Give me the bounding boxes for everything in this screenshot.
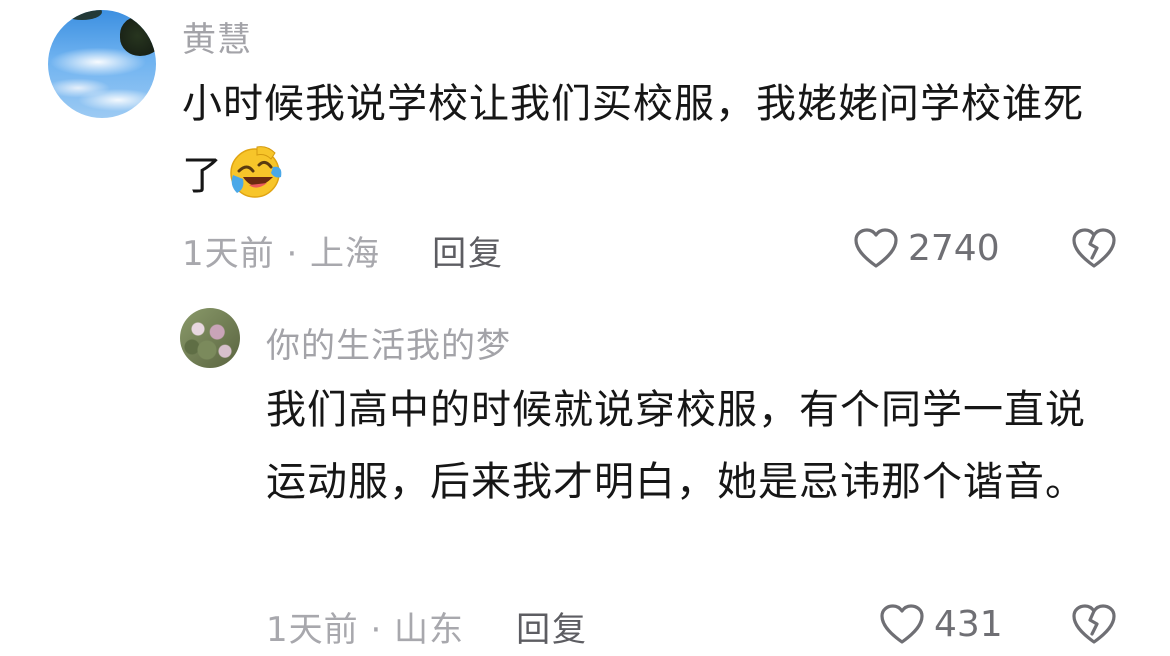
avatar[interactable] <box>180 308 240 368</box>
avatar-tree-top <box>62 10 102 20</box>
like-button[interactable]: 2740 <box>852 226 1000 270</box>
heart-outline-icon <box>852 226 900 270</box>
reply-text: 我们高中的时候就说穿校服，有个同学一直说运动服，后来我才明白，她是忌讳那个谐音。 <box>266 387 1086 505</box>
avatar-tree <box>120 16 156 56</box>
like-count: 431 <box>934 603 1003 645</box>
broken-heart-icon[interactable] <box>1070 226 1118 270</box>
reply-button[interactable]: 回复 <box>432 226 504 275</box>
face-with-tears-of-joy-icon <box>227 143 283 199</box>
broken-heart-icon[interactable] <box>1070 602 1118 646</box>
comment-text-content: 小时候我说学校让我们买校服，我姥姥问学校谁死了 <box>182 81 1084 199</box>
reply-time-location: 1天前 · 山东 <box>266 610 465 650</box>
reply-meta: 1天前 · 山东 回复 <box>266 602 588 651</box>
heart-outline-icon <box>878 602 926 646</box>
avatar[interactable] <box>48 10 156 118</box>
reply-username[interactable]: 你的生活我的梦 <box>266 318 511 367</box>
comment-username[interactable]: 黄慧 <box>182 12 252 61</box>
comment-time-location: 1天前 · 上海 <box>182 234 381 274</box>
comment-meta: 1天前 · 上海 回复 <box>182 226 504 275</box>
like-button[interactable]: 431 <box>878 602 1003 646</box>
reply-button[interactable]: 回复 <box>516 602 588 651</box>
comment-text: 小时候我说学校让我们买校服，我姥姥问学校谁死了 <box>182 68 1102 212</box>
like-count: 2740 <box>908 227 1000 269</box>
comment-thread: 黄慧 小时候我说学校让我们买校服，我姥姥问学校谁死了 1天前 · 上海 回复 2… <box>0 0 1170 656</box>
